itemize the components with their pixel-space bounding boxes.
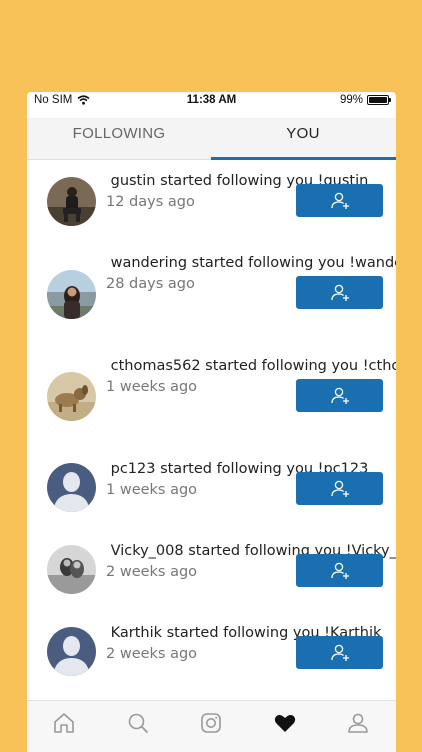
nav-home[interactable]: [50, 709, 78, 737]
nav-profile[interactable]: [344, 709, 372, 737]
follow-back-button[interactable]: [296, 184, 383, 217]
username-link[interactable]: cthomas562: [369, 358, 396, 374]
nav-camera[interactable]: [197, 709, 225, 737]
photo-woman-outdoors-icon: [47, 270, 96, 319]
timestamp: 2 weeks ago: [106, 645, 198, 662]
avatar[interactable]: [47, 177, 96, 226]
instagram-icon: [201, 713, 221, 733]
follow-back-button[interactable]: [296, 472, 383, 505]
avatar[interactable]: [47, 372, 96, 421]
default-user-avatar-icon: [47, 627, 96, 676]
active-tab-indicator: [211, 157, 396, 160]
avatar[interactable]: [47, 463, 96, 512]
status-bar: No SIM 11:38 AM 99%: [27, 92, 396, 110]
timestamp: 1 weeks ago: [106, 378, 198, 395]
tab-you[interactable]: YOU: [211, 118, 395, 159]
avatar[interactable]: [47, 270, 96, 319]
search-icon: [128, 713, 148, 733]
timestamp: 12 days ago: [106, 193, 195, 210]
bottom-nav-bar: [27, 700, 396, 752]
app-screen: No SIM 11:38 AM 99% FOLLOWING YOU gustin…: [27, 92, 396, 752]
home-icon: [54, 713, 74, 733]
add-user-icon: [330, 562, 349, 579]
avatar[interactable]: [47, 545, 96, 594]
username-link[interactable]: wandering: [355, 255, 396, 271]
notification-text: cthomas562 started following you !cthoma…: [106, 356, 396, 398]
photo-dog-beach-icon: [47, 372, 96, 421]
add-user-icon: [330, 644, 349, 661]
photo-person-seated-icon: [47, 177, 96, 226]
add-user-icon: [330, 192, 349, 209]
battery-icon: [367, 95, 391, 105]
activity-tabs: FOLLOWING YOU: [27, 118, 396, 160]
notification-text: Vicky_008 started following you !Vicky_0…: [106, 541, 396, 583]
add-user-icon: [330, 387, 349, 404]
add-user-icon: [330, 284, 349, 301]
tab-following[interactable]: FOLLOWING: [27, 118, 211, 159]
profile-icon: [348, 713, 368, 733]
notification-text: Karthik started following you !Karthik 2…: [106, 625, 382, 662]
timestamp: 2 weeks ago: [106, 563, 198, 580]
notification-text: wandering started following you !wanderi…: [106, 253, 396, 295]
battery-percent: 99%: [339, 94, 363, 106]
nav-activity[interactable]: [271, 709, 299, 737]
avatar[interactable]: [47, 627, 96, 676]
heart-icon: [274, 715, 296, 732]
notification-text: gustin started following you !gustin 12 …: [106, 173, 369, 210]
notification-text: pc123 started following you !pc123 1 wee…: [106, 461, 369, 498]
follow-back-button[interactable]: [296, 276, 383, 309]
default-user-avatar-icon: [47, 463, 96, 512]
follow-back-button[interactable]: [296, 636, 383, 669]
follow-back-button[interactable]: [296, 379, 383, 412]
nav-search[interactable]: [124, 709, 152, 737]
timestamp: 28 days ago: [106, 275, 195, 292]
photo-bw-couple-icon: [47, 545, 96, 594]
timestamp: 1 weeks ago: [106, 481, 198, 498]
add-user-icon: [330, 480, 349, 497]
follow-back-button[interactable]: [296, 554, 383, 587]
